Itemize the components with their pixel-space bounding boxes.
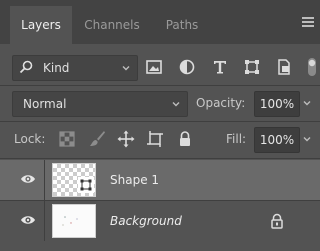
tab-layers[interactable]: Layers: [10, 6, 72, 44]
eye-icon[interactable]: [20, 214, 36, 226]
panel-menu-icon[interactable]: [302, 17, 314, 27]
divider: [0, 121, 320, 122]
divider: [0, 158, 320, 159]
panel-tab-bar: Layers Channels Paths: [0, 0, 320, 44]
shape-layer-badge-icon: [78, 177, 94, 193]
lock-transparent-pixels-icon[interactable]: [58, 130, 76, 148]
layer-row-shape-1[interactable]: Shape 1: [0, 160, 320, 200]
opacity-input[interactable]: 100%: [254, 91, 300, 117]
divider: [0, 85, 320, 86]
thumbnail-speckle: [62, 216, 78, 226]
image-filter-icon[interactable]: [144, 57, 164, 77]
shape-filter-icon[interactable]: [242, 57, 262, 77]
layer-name[interactable]: Shape 1: [110, 160, 159, 200]
adjustment-filter-icon[interactable]: [177, 57, 197, 77]
tab-channels[interactable]: Channels: [76, 6, 148, 44]
lock-label: Lock:: [14, 132, 46, 146]
blend-mode-label: Normal: [23, 97, 67, 111]
smart-object-filter-icon[interactable]: [274, 57, 294, 77]
divider: [44, 201, 45, 241]
fill-label: Fill:: [226, 132, 247, 146]
fill-input[interactable]: 100%: [254, 127, 300, 153]
layer-thumbnail: [52, 204, 96, 238]
lock-position-icon[interactable]: [117, 130, 135, 148]
tab-paths[interactable]: Paths: [152, 6, 212, 44]
chevron-down-icon: [122, 66, 130, 71]
layers-panel: Layers Channels Paths Kind Normal Opacit…: [0, 0, 320, 251]
filter-kind-label: Kind: [43, 61, 70, 75]
layer-row-background[interactable]: Background: [0, 201, 320, 241]
lock-artboard-icon[interactable]: [146, 130, 164, 148]
lock-icon[interactable]: [270, 213, 284, 229]
search-icon: [19, 60, 33, 74]
divider: [44, 160, 45, 200]
filter-toggle-icon[interactable]: [304, 58, 320, 76]
chevron-down-icon: [172, 102, 180, 107]
lock-all-icon[interactable]: [176, 130, 194, 148]
filter-kind-select[interactable]: Kind: [12, 55, 138, 81]
eye-icon[interactable]: [20, 173, 36, 185]
chevron-down-icon[interactable]: [302, 134, 312, 144]
type-filter-icon[interactable]: [210, 57, 230, 77]
lock-image-pixels-icon[interactable]: [88, 130, 106, 148]
chevron-down-icon[interactable]: [302, 98, 312, 108]
opacity-label: Opacity:: [196, 96, 246, 110]
layer-name[interactable]: Background: [110, 201, 182, 241]
blend-mode-select[interactable]: Normal: [12, 91, 188, 117]
